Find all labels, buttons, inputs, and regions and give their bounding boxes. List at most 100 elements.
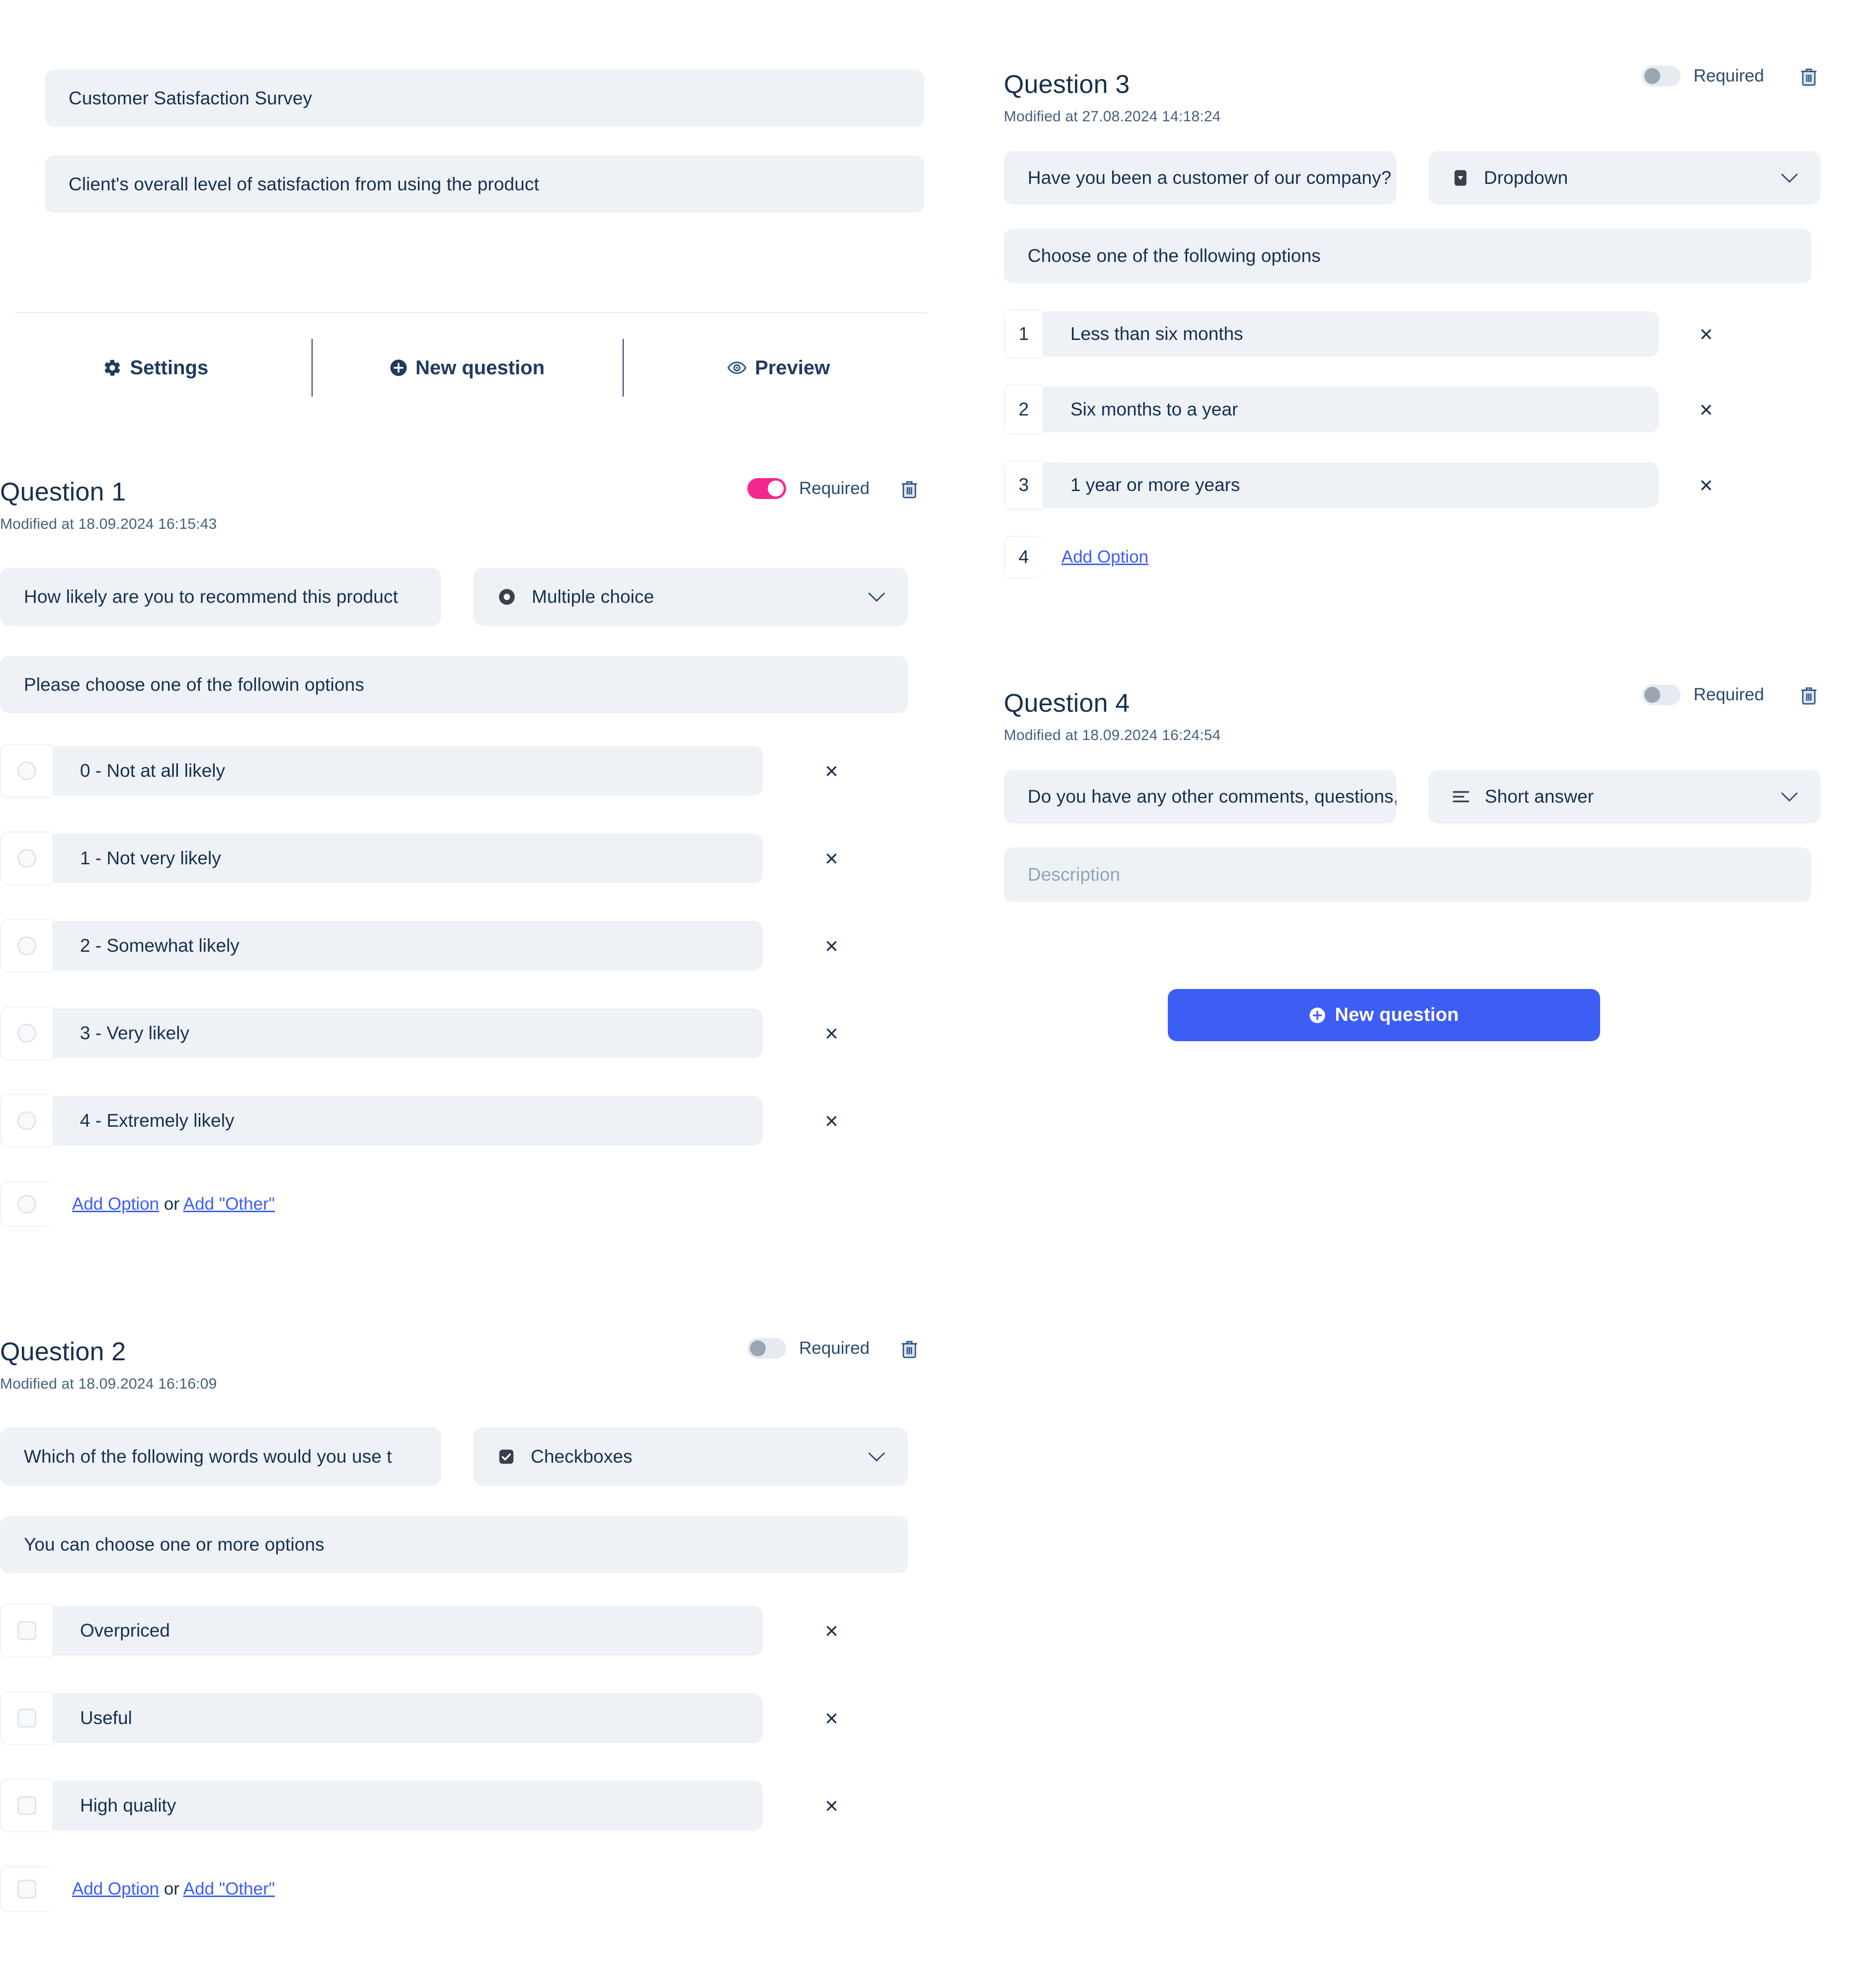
option-radio-cell[interactable] <box>0 1094 52 1148</box>
radio-icon <box>17 1111 36 1130</box>
option-checkbox-cell[interactable] <box>0 1604 52 1657</box>
tab-settings[interactable]: Settings <box>0 328 312 408</box>
option-remove-button[interactable]: × <box>825 1707 838 1730</box>
checkbox-icon <box>17 1796 36 1815</box>
question-2-options: Overpriced × Useful × High quality × Add… <box>0 1604 934 1912</box>
option-row: 4 - Extremely likely × <box>0 1094 934 1148</box>
question-4-row: Do you have any other comments, question… <box>1004 770 1829 824</box>
option-text-input[interactable]: 2 - Somewhat likely <box>52 921 763 971</box>
question-3-required-toggle[interactable] <box>1641 66 1681 86</box>
option-remove-button[interactable]: × <box>1699 474 1713 497</box>
add-option-links: Add Option or Add "Other" <box>72 1879 275 1899</box>
question-2-required-toggle[interactable] <box>747 1338 786 1359</box>
option-radio-cell[interactable] <box>0 1006 52 1060</box>
option-number: 1 <box>1018 324 1029 344</box>
option-remove-button[interactable]: × <box>825 759 838 782</box>
question-3-required-label: Required <box>1693 66 1764 85</box>
option-radio-cell[interactable] <box>0 744 52 798</box>
option-text-input[interactable]: Less than six months <box>1043 311 1659 357</box>
option-text-input[interactable]: Useful <box>52 1693 763 1743</box>
question-3-type-label: Dropdown <box>1484 167 1568 188</box>
option-text-input[interactable]: 0 - Not at all likely <box>52 746 763 796</box>
add-option-link[interactable]: Add Option <box>72 1194 159 1214</box>
add-other-link[interactable]: Add "Other" <box>183 1194 275 1214</box>
question-2-row: Which of the following words would you u… <box>0 1427 934 1486</box>
question-3-text-input[interactable]: Have you been a customer of our company? <box>1004 151 1396 205</box>
question-card-2: Question 2 Modified at 18.09.2024 16:16:… <box>0 1337 934 1912</box>
question-2-header: Question 2 Modified at 18.09.2024 16:16:… <box>0 1337 934 1402</box>
question-4-required-toggle[interactable] <box>1641 684 1681 705</box>
survey-title-input[interactable]: Customer Satisfaction Survey <box>45 70 924 127</box>
option-checkbox-cell <box>0 1866 52 1912</box>
option-radio-cell[interactable] <box>0 831 52 885</box>
option-remove-button[interactable]: × <box>1699 323 1713 345</box>
option-row: 3 - Very likely × <box>0 1006 934 1060</box>
toggle-knob <box>767 481 784 497</box>
option-text-input[interactable]: High quality <box>52 1781 763 1830</box>
option-radio-cell[interactable] <box>0 919 52 973</box>
tab-preview-label: Preview <box>755 356 830 379</box>
question-1-delete-button[interactable] <box>899 479 919 500</box>
add-option-link[interactable]: Add Option <box>1061 547 1148 567</box>
option-checkbox-cell[interactable] <box>0 1691 52 1745</box>
question-2-required-label: Required <box>799 1338 870 1358</box>
option-text-input[interactable]: 4 - Extremely likely <box>52 1096 763 1146</box>
option-remove-button[interactable]: × <box>825 1022 838 1045</box>
option-remove-button[interactable]: × <box>825 934 838 957</box>
option-row: 1 Less than six months × <box>1004 309 1829 359</box>
tab-preview[interactable]: Preview <box>623 328 934 408</box>
checkbox-icon <box>17 1709 36 1728</box>
question-4-description-input[interactable]: Description <box>1004 847 1811 902</box>
option-remove-button[interactable]: × <box>825 1619 838 1642</box>
question-1-required-toggle[interactable] <box>747 478 786 499</box>
option-text-input[interactable]: 1 year or more years <box>1043 462 1659 508</box>
option-remove-button[interactable]: × <box>825 847 838 870</box>
question-4-text-input[interactable]: Do you have any other comments, question… <box>1004 770 1396 824</box>
tab-new-question[interactable]: New question <box>311 328 623 408</box>
add-option-link[interactable]: Add Option <box>72 1879 159 1899</box>
new-question-button[interactable]: New question <box>1168 989 1600 1041</box>
option-row: 1 - Not very likely × <box>0 831 934 885</box>
question-2-type-select[interactable]: Checkboxes <box>473 1427 908 1486</box>
dropdown-icon <box>1452 169 1469 187</box>
question-3-type-select[interactable]: Dropdown <box>1428 151 1821 205</box>
option-number-cell: 4 <box>1004 536 1043 579</box>
question-1-type-select[interactable]: Multiple choice <box>473 568 908 626</box>
chevron-down-icon <box>867 1451 886 1463</box>
question-4-modified: Modified at 18.09.2024 16:24:54 <box>1004 727 1221 744</box>
or-text: or <box>159 1879 183 1899</box>
option-text-input[interactable]: 1 - Not very likely <box>52 833 763 883</box>
add-other-link[interactable]: Add "Other" <box>183 1879 275 1899</box>
option-text-input[interactable]: Six months to a year <box>1043 387 1659 432</box>
radio-icon <box>17 761 36 780</box>
option-number: 2 <box>1018 399 1029 419</box>
option-remove-button[interactable]: × <box>825 1794 838 1817</box>
option-checkbox-cell[interactable] <box>0 1779 52 1832</box>
option-text-input[interactable]: 3 - Very likely <box>52 1008 763 1058</box>
question-4-type-select[interactable]: Short answer <box>1428 770 1821 824</box>
question-1-header: Question 1 Modified at 18.09.2024 16:15:… <box>0 477 934 542</box>
question-2-description-input[interactable]: You can choose one or more options <box>0 1516 908 1573</box>
survey-description-input[interactable]: Client's overall level of satisfaction f… <box>45 156 924 213</box>
question-2-delete-button[interactable] <box>899 1339 919 1360</box>
question-3-delete-button[interactable] <box>1799 67 1819 87</box>
question-1-required-group: Required <box>747 478 870 499</box>
gear-icon <box>103 358 122 377</box>
option-row: 2 - Somewhat likely × <box>0 919 934 973</box>
option-remove-button[interactable]: × <box>825 1109 838 1132</box>
option-remove-button[interactable]: × <box>1699 398 1713 421</box>
question-4-required-group: Required <box>1641 684 1764 705</box>
question-2-text-input[interactable]: Which of the following words would you u… <box>0 1427 441 1486</box>
question-3-description-input[interactable]: Choose one of the following options <box>1004 229 1811 283</box>
question-1-row: How likely are you to recommend this pro… <box>0 568 934 626</box>
question-card-3: Question 3 Modified at 27.08.2024 14:18:… <box>1004 66 1829 579</box>
question-1-text-input[interactable]: How likely are you to recommend this pro… <box>0 568 441 626</box>
option-row: Useful × <box>0 1691 934 1745</box>
add-option-links: Add Option or Add "Other" <box>72 1194 275 1214</box>
question-1-description-input[interactable]: Please choose one of the followin option… <box>0 656 908 713</box>
question-3-options: 1 Less than six months × 2 Six months to… <box>1004 309 1829 579</box>
option-text-input[interactable]: Overpriced <box>52 1606 763 1656</box>
radio-icon <box>17 936 36 955</box>
question-4-required-label: Required <box>1693 685 1764 704</box>
question-4-delete-button[interactable] <box>1799 685 1819 706</box>
